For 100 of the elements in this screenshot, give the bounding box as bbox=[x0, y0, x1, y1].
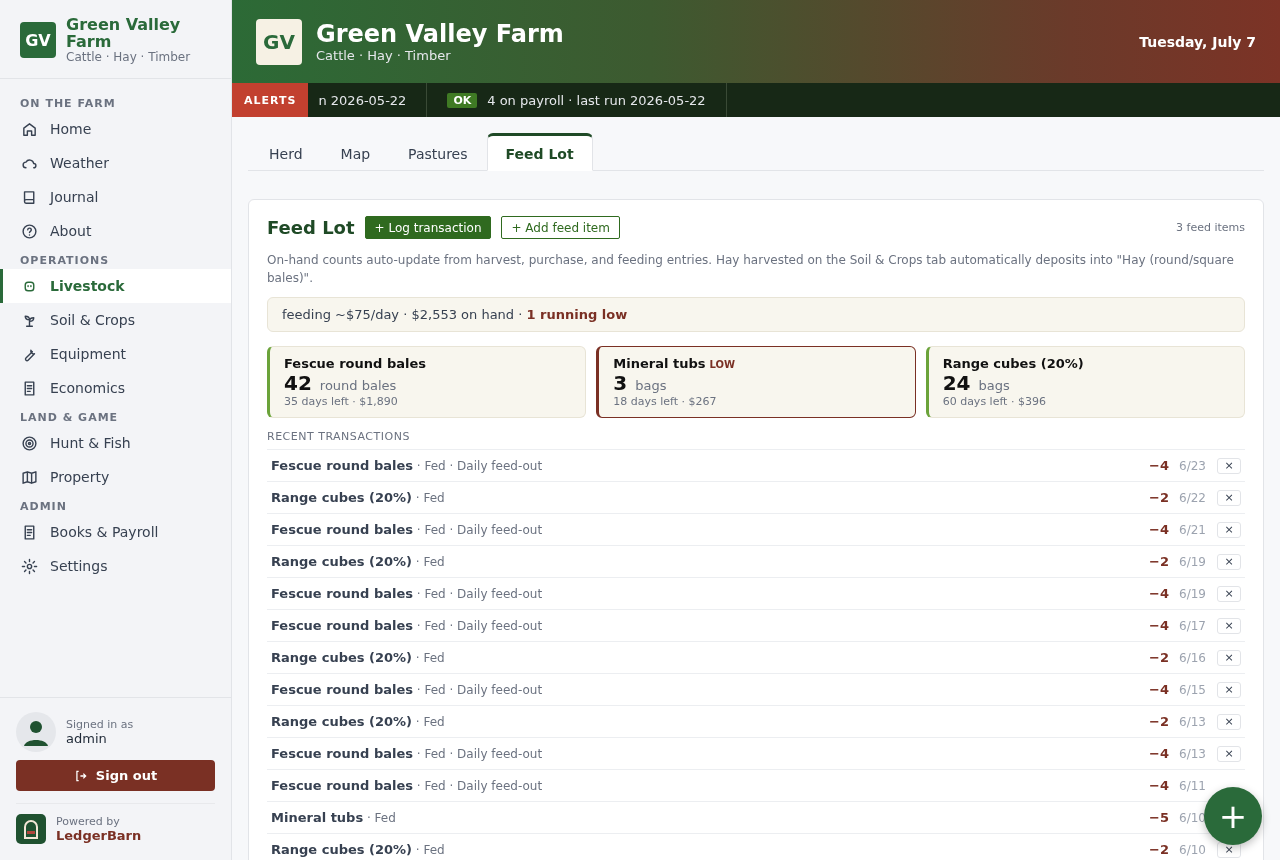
transaction-text: Fescue round bales · Fed · Daily feed-out bbox=[271, 778, 543, 793]
feed-item-name: Range cubes (20%) bbox=[942, 356, 1084, 371]
transaction-quantity: −2 bbox=[1149, 650, 1169, 665]
section-heading: OPERATIONS bbox=[19, 253, 111, 269]
transaction-text: Fescue round bales · Fed · Daily feed-out bbox=[271, 458, 543, 473]
sidebar-item[interactable]: About bbox=[0, 214, 231, 248]
status-badge: OK bbox=[447, 92, 478, 108]
delete-button[interactable]: × bbox=[1217, 714, 1241, 730]
transaction-date: 6/10 bbox=[1179, 842, 1207, 857]
transaction-quantity: −5 bbox=[1149, 810, 1169, 825]
farm-tagline: Cattle · Hay · Timber bbox=[66, 50, 192, 64]
section-heading: LAND & GAME bbox=[19, 410, 120, 426]
transaction-quantity: −4 bbox=[1149, 618, 1169, 633]
item-count: 3 feed items bbox=[1176, 221, 1245, 234]
powered-by-caption: Powered by bbox=[56, 815, 121, 828]
delete-button[interactable]: × bbox=[1217, 842, 1241, 858]
transaction-quantity: −4 bbox=[1149, 586, 1169, 601]
sidebar-item[interactable]: Property bbox=[0, 460, 231, 494]
transaction-quantity: −4 bbox=[1149, 746, 1169, 761]
unit: round bales bbox=[319, 378, 397, 393]
delete-button[interactable]: × bbox=[1217, 522, 1241, 538]
tab[interactable]: Map bbox=[321, 133, 390, 171]
transaction-date: 6/23 bbox=[1179, 458, 1207, 473]
add-feed-item-button[interactable]: + Add feed item bbox=[501, 216, 620, 239]
delete-button[interactable]: × bbox=[1217, 586, 1241, 602]
feed-item-name: Fescue round bales bbox=[284, 356, 426, 371]
barn-logo-icon bbox=[16, 814, 46, 844]
sidebar-item[interactable]: Livestock bbox=[0, 269, 231, 303]
section-heading: ADMIN bbox=[19, 499, 68, 515]
delete-button[interactable]: × bbox=[1217, 458, 1241, 474]
transaction-quantity: −2 bbox=[1149, 842, 1169, 857]
delete-button[interactable]: × bbox=[1217, 746, 1241, 762]
card-title: Feed Lot bbox=[267, 217, 355, 238]
transaction-quantity: −4 bbox=[1149, 522, 1169, 537]
quantity: 24 bbox=[942, 371, 971, 395]
farm-name: Green Valley Farm bbox=[66, 16, 182, 50]
farm-logo: GV bbox=[20, 22, 56, 58]
transaction-date: 6/19 bbox=[1179, 554, 1207, 569]
sidebar-item[interactable]: Settings bbox=[0, 549, 231, 583]
transaction-text: Mineral tubs · Fed bbox=[271, 810, 396, 825]
page-subtitle: Cattle · Hay · Timber bbox=[316, 48, 452, 63]
feed-item-name: Mineral tubs bbox=[613, 356, 706, 371]
transaction-text: Range cubes (20%) · Fed bbox=[271, 490, 445, 505]
tab[interactable]: Herd bbox=[250, 133, 322, 171]
transaction-quantity: −2 bbox=[1149, 490, 1169, 505]
delete-button[interactable]: × bbox=[1217, 618, 1241, 634]
sign-out-button[interactable]: Sign out bbox=[16, 760, 215, 791]
transaction-date: 6/22 bbox=[1179, 490, 1207, 505]
transaction-text: Range cubes (20%) · Fed bbox=[271, 842, 445, 857]
transaction-date: 6/13 bbox=[1179, 714, 1207, 729]
user-avatar-icon bbox=[16, 712, 56, 752]
delete-button[interactable]: × bbox=[1217, 554, 1241, 570]
description: On-hand counts auto-update from harvest, purchase, and feeding entries. Hay harvested on the Soil & Crops tab automatically deposits into "Hay (round/square bales)". bbox=[267, 252, 1235, 287]
sidebar-item[interactable]: Soil & Crops bbox=[0, 303, 231, 337]
feed-item-detail: 60 days left · $396 bbox=[942, 395, 1047, 408]
section-heading: ON THE FARM bbox=[19, 96, 117, 112]
section-heading: RECENT TRANSACTIONS bbox=[267, 430, 1245, 450]
sidebar-item[interactable]: Books & Payroll bbox=[0, 515, 231, 549]
delete-button[interactable]: × bbox=[1217, 682, 1241, 698]
transaction-text: Fescue round bales · Fed · Daily feed-out bbox=[271, 586, 543, 601]
alert-text: 4 on payroll · last run 2026-05-22 bbox=[487, 92, 706, 108]
delete-button[interactable]: × bbox=[1217, 490, 1241, 506]
low-label: LOW bbox=[709, 359, 736, 370]
transaction-date: 6/17 bbox=[1179, 618, 1207, 633]
sidebar-item[interactable]: Weather bbox=[0, 146, 231, 180]
sign-out-icon bbox=[73, 768, 88, 783]
sidebar-item[interactable]: Journal bbox=[0, 180, 231, 214]
summary-text: feeding ~$75/day · $2,553 on hand · 1 running low bbox=[282, 307, 628, 322]
feed-item-detail: 35 days left · $1,890 bbox=[284, 395, 399, 408]
brand-name: LedgerBarn bbox=[56, 828, 142, 843]
target-icon bbox=[21, 434, 38, 452]
signed-in-caption: Signed in as bbox=[66, 718, 134, 731]
alerts-label: ALERTS bbox=[232, 83, 309, 117]
transaction-text: Range cubes (20%) · Fed bbox=[271, 554, 445, 569]
transaction-text: Fescue round bales · Fed · Daily feed-out bbox=[271, 746, 543, 761]
unit: bags bbox=[978, 378, 1010, 393]
header-logo: GV bbox=[256, 18, 302, 65]
transaction-date: 6/11 bbox=[1179, 778, 1207, 793]
transaction-date: 6/19 bbox=[1179, 586, 1207, 601]
sidebar-item[interactable]: Home bbox=[0, 112, 231, 146]
sidebar-item[interactable]: Hunt & Fish bbox=[0, 426, 231, 460]
transaction-quantity: −4 bbox=[1149, 458, 1169, 473]
page-title: Green Valley Farm bbox=[316, 20, 564, 48]
transaction-date: 6/13 bbox=[1179, 746, 1207, 761]
transaction-date: 6/16 bbox=[1179, 650, 1207, 665]
user-name: admin bbox=[66, 731, 108, 746]
tab[interactable]: Feed Lot bbox=[486, 133, 593, 171]
map-icon bbox=[21, 468, 38, 486]
transaction-quantity: −2 bbox=[1149, 714, 1169, 729]
transaction-text: Fescue round bales · Fed · Daily feed-out bbox=[271, 618, 543, 633]
sidebar-item[interactable]: Economics bbox=[0, 371, 231, 405]
transaction-text: Range cubes (20%) · Fed bbox=[271, 650, 445, 665]
delete-button[interactable]: × bbox=[1217, 650, 1241, 666]
sidebar-item[interactable]: Equipment bbox=[0, 337, 231, 371]
alert-text: n 2026-05-22 bbox=[318, 92, 407, 108]
tab[interactable]: Pastures bbox=[389, 133, 487, 171]
home-icon bbox=[21, 120, 38, 138]
log-transaction-button[interactable]: + Log transaction bbox=[364, 216, 492, 239]
unit: bags bbox=[635, 378, 667, 393]
date-label: Tuesday, July 7 bbox=[1139, 33, 1256, 50]
